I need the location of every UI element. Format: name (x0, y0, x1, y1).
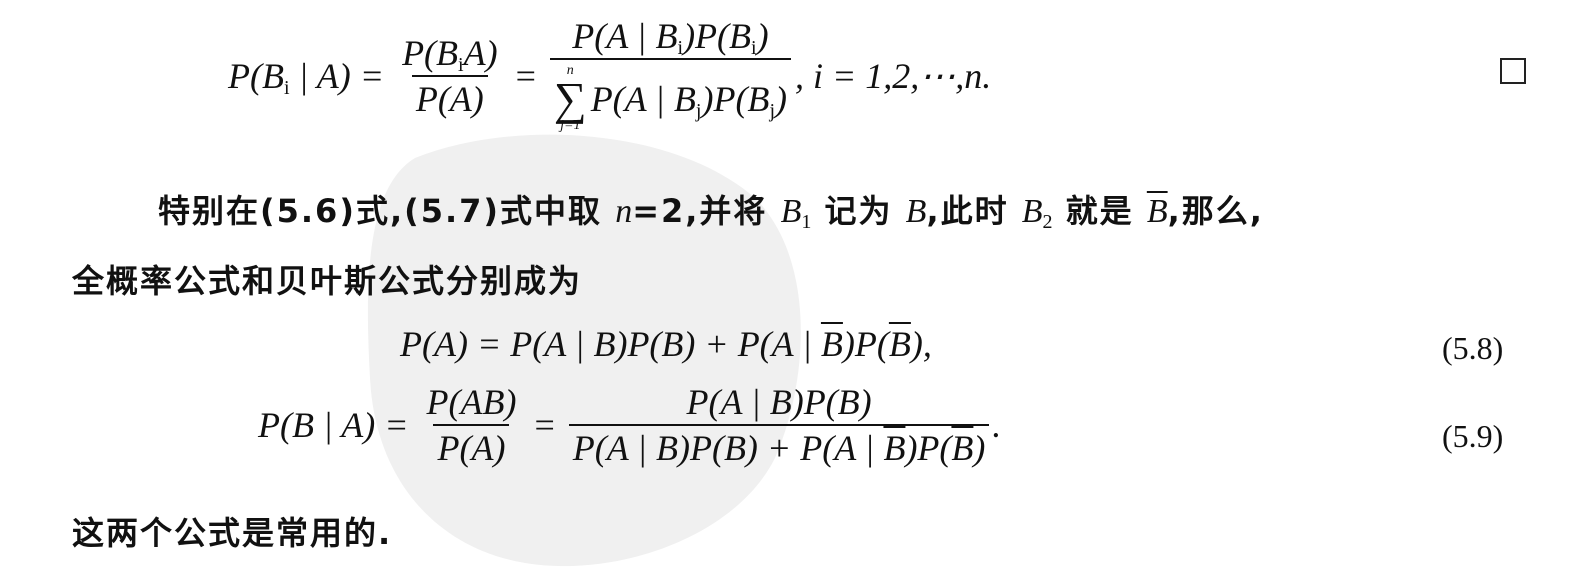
eq-5-9-fraction-2: P(A | B)P(B) P(A | B)P(B) + P(A | B)P(B) (568, 384, 990, 466)
document-page: P(Bi | A) = P(BiA) P(A) = P(A | Bi)P(Bi)… (0, 0, 1574, 572)
index-range: , i = 1,2,⋯,n. (795, 55, 992, 96)
equation-bayes-general: P(Bi | A) = P(BiA) P(A) = P(A | Bi)P(Bi)… (228, 16, 992, 134)
equation-5-8: P(A) = P(A | B)P(B) + P(A | B)P(B), (400, 324, 932, 364)
bayes-fraction-1: P(BiA) P(A) (402, 32, 498, 119)
summation-symbol: n ∑ j=1 (553, 63, 587, 134)
paragraph-line-1: 特别在(5.6)式,(5.7)式中取 n=2,并将 B1 记为 B,此时 B2 … (158, 192, 1264, 233)
closing-sentence: 这两个公式是常用的. (72, 514, 393, 552)
paragraph-line-2: 全概率公式和贝叶斯公式分别成为 (72, 262, 583, 300)
equation-number-5-9: (5.9) (1442, 418, 1504, 454)
equation-number-5-8: (5.8) (1442, 330, 1504, 366)
bayes-fraction-2: P(A | Bi)P(Bi) n ∑ j=1 P(A | Bj)P(Bj) (549, 18, 791, 134)
equation-5-9: P(B | A) = P(AB) P(A) = P(A | B)P(B) P(A… (258, 382, 1001, 468)
eq-5-9-fraction-1: P(AB) P(A) (426, 382, 517, 468)
qed-box-icon (1500, 58, 1526, 84)
bayes-lhs: P(Bi | A) = (228, 55, 385, 99)
